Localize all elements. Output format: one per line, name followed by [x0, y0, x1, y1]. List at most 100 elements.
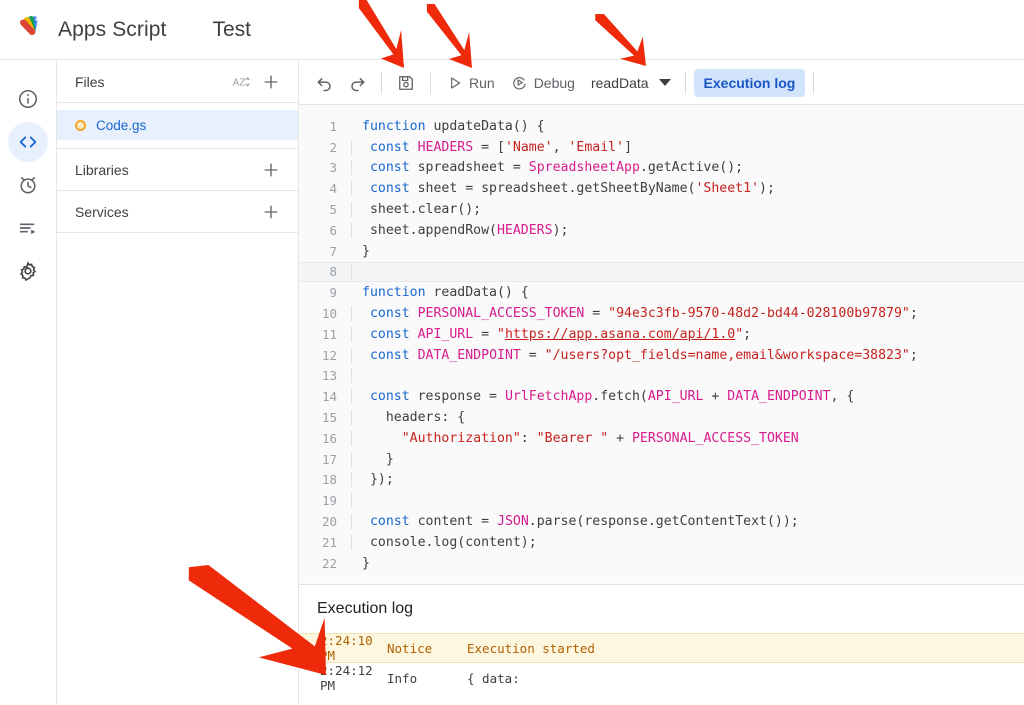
code-line[interactable]: 7}	[299, 241, 1024, 262]
execution-log-button[interactable]: Execution log	[693, 68, 806, 97]
code-line[interactable]: 15 headers: {	[299, 407, 1024, 428]
code-line[interactable]: 5 sheet.clear();	[299, 199, 1024, 220]
debug-label: Debug	[533, 74, 575, 91]
code-line[interactable]: 6 sheet.appendRow(HEADERS);	[299, 220, 1024, 241]
code-line[interactable]: 12 const DATA_ENDPOINT = "/users?opt_fie…	[299, 345, 1024, 366]
code-line[interactable]: 22}	[299, 553, 1024, 574]
line-number: 20	[321, 514, 337, 530]
code-line[interactable]: 2 const HEADERS = ['Name', 'Email']	[299, 137, 1024, 158]
code-line-text: "Authorization": "Bearer " + PERSONAL_AC…	[351, 430, 799, 446]
apps-script-logo-icon	[20, 15, 39, 35]
code-line-text: const API_URL = "https://app.asana.com/a…	[351, 326, 751, 342]
execution-log-panel: Execution log 2:24:10 PM Notice Execution …	[299, 584, 1024, 705]
line-number: 18	[321, 472, 337, 488]
divider	[684, 71, 686, 94]
apps-script-window: Apps Script Test Files AZ Code.gs Librar…	[0, 0, 1024, 705]
alarm-clock-icon	[20, 177, 36, 194]
save-icon	[399, 75, 413, 90]
left-nav-rail	[0, 61, 57, 705]
editor-area: Run Debug readData Execution log 1 functi…	[299, 61, 1024, 705]
sidebar-item-editor[interactable]	[8, 122, 48, 162]
code-line-text: function updateData() {	[362, 118, 545, 134]
services-label: Services	[75, 203, 129, 220]
code-line-text: console.log(content);	[351, 534, 537, 550]
code-line[interactable]: 20 const content = JSON.parse(response.g…	[299, 511, 1024, 532]
code-icon	[19, 136, 37, 148]
debug-button[interactable]: Debug	[503, 67, 583, 99]
list-item-file[interactable]: Code.gs	[57, 110, 298, 140]
code-line-text: }	[362, 243, 370, 259]
execution-log-row[interactable]: 2:24:10 PM Notice Execution started	[299, 633, 1024, 663]
code-line[interactable]: 17 }	[299, 449, 1024, 470]
sidebar-item-overview[interactable]	[8, 79, 48, 119]
line-number: 16	[321, 430, 337, 446]
line-number: 7	[329, 243, 337, 259]
sidebar-item-triggers[interactable]	[8, 165, 48, 205]
line-number: 22	[321, 555, 337, 571]
line-number: 14	[321, 389, 337, 405]
function-picker-value: readData	[590, 74, 649, 91]
libraries-header: Libraries	[57, 149, 298, 191]
project-name[interactable]: Test	[212, 18, 251, 42]
divider	[381, 71, 382, 94]
line-number: 19	[321, 493, 337, 509]
code-line-text: const sheet = spreadsheet.getSheetByName…	[351, 181, 775, 197]
divider	[430, 71, 431, 94]
line-number: 13	[321, 368, 337, 384]
code-line[interactable]: 3 const spreadsheet = SpreadsheetApp.get…	[299, 158, 1024, 179]
line-number: 1	[329, 118, 337, 134]
orange-circle-icon	[75, 119, 86, 131]
info-icon	[18, 89, 38, 109]
code-line-text: sheet.appendRow(HEADERS);	[351, 222, 568, 238]
libraries-label: Libraries	[75, 161, 129, 178]
line-number: 9	[329, 285, 337, 301]
chevron-down-icon	[658, 79, 671, 86]
code-line-text: const response = UrlFetchApp.fetch(API_U…	[351, 389, 854, 405]
log-message: { data:	[467, 670, 520, 686]
code-line[interactable]: 10 const PERSONAL_ACCESS_TOKEN = "94e3c3…	[299, 303, 1024, 324]
run-label: Run	[469, 74, 495, 91]
line-number: 12	[321, 347, 337, 363]
code-line-text: headers: {	[351, 410, 465, 426]
code-line[interactable]: 19	[299, 490, 1024, 511]
code-line[interactable]: 18 });	[299, 470, 1024, 491]
code-line[interactable]: 14 const response = UrlFetchApp.fetch(AP…	[299, 386, 1024, 407]
sidebar-item-project-settings[interactable]	[8, 251, 48, 291]
add-file-button[interactable]	[256, 67, 286, 97]
add-service-button[interactable]	[256, 197, 286, 227]
plus-icon	[264, 205, 278, 218]
code-line[interactable]: 13	[299, 366, 1024, 387]
code-line[interactable]: 8	[299, 261, 1024, 283]
undo-icon	[317, 77, 331, 91]
function-picker[interactable]: readData	[583, 67, 677, 99]
line-number: 3	[329, 160, 337, 176]
log-time: 2:24:12 PM	[320, 663, 373, 693]
run-button[interactable]: Run	[439, 67, 503, 99]
line-number: 2	[329, 139, 337, 155]
code-line[interactable]: 9 function readData() {	[299, 282, 1024, 303]
code-line[interactable]: 1 function updateData() {	[299, 116, 1024, 137]
code-line-text: const HEADERS = ['Name', 'Email']	[351, 139, 632, 155]
add-library-button[interactable]	[256, 155, 286, 185]
play-icon	[451, 76, 461, 89]
undo-button[interactable]	[309, 67, 341, 99]
line-number: 6	[329, 222, 337, 238]
sidebar-item-executions[interactable]	[8, 208, 48, 248]
sort-az-icon[interactable]: AZ	[226, 67, 256, 97]
execution-log-title: Execution log	[317, 600, 414, 617]
line-number: 8	[329, 264, 337, 280]
code-line-text: const DATA_ENDPOINT = "/users?opt_fields…	[351, 347, 918, 363]
redo-button[interactable]	[341, 67, 373, 99]
code-line-text	[351, 493, 370, 509]
save-button[interactable]	[390, 67, 422, 99]
code-editor[interactable]: 1 function updateData() { 2 const HEADERS …	[299, 105, 1024, 583]
code-line[interactable]: 4 const sheet = spreadsheet.getSheetByNa…	[299, 178, 1024, 199]
code-line-text	[351, 264, 370, 280]
code-line[interactable]: 21 console.log(content);	[299, 532, 1024, 553]
code-line[interactable]: 16 "Authorization": "Bearer " + PERSONAL…	[299, 428, 1024, 449]
services-header: Services	[57, 191, 298, 233]
code-line[interactable]: 11 const API_URL = "https://app.asana.co…	[299, 324, 1024, 345]
execution-log-row[interactable]: 2:24:12 PM Info { data:	[299, 663, 1024, 693]
code-line-text: const content = JSON.parse(response.getC…	[351, 514, 799, 530]
code-line-text: sheet.clear();	[351, 202, 481, 218]
